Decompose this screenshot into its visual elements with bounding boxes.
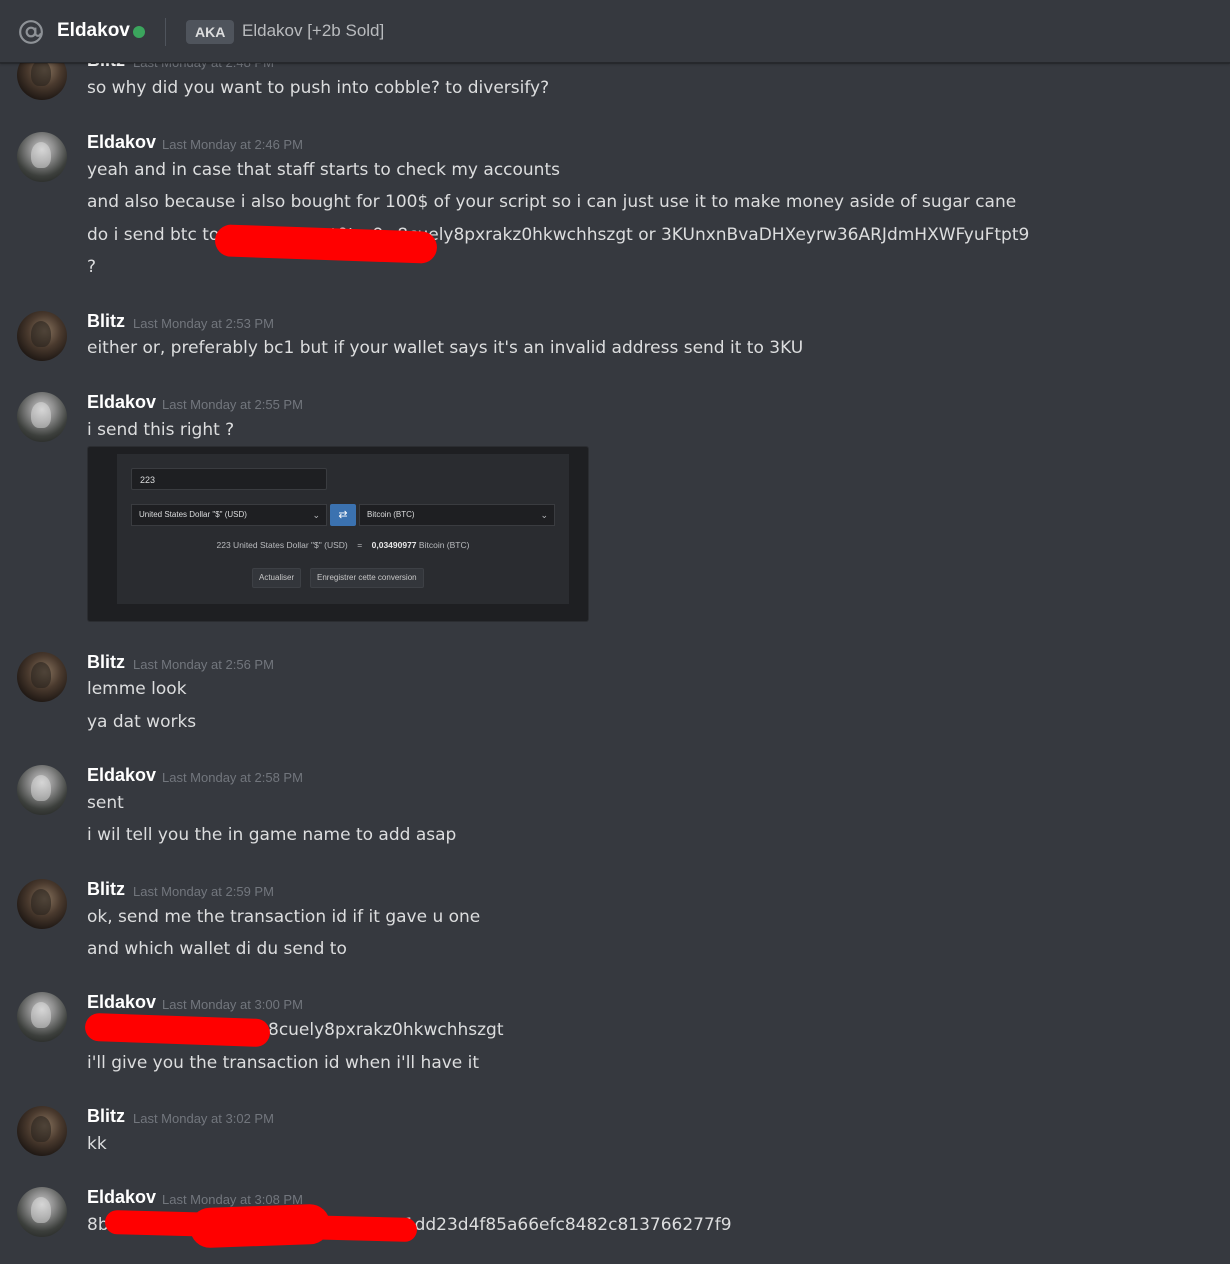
message-timestamp: Last Monday at 3:02 PM bbox=[133, 1111, 274, 1126]
chevron-down-icon: ⌄ bbox=[540, 510, 548, 520]
message-timestamp: Last Monday at 2:46 PM bbox=[162, 137, 303, 152]
avatar[interactable] bbox=[17, 1106, 67, 1156]
message-timestamp: Last Monday at 2:55 PM bbox=[162, 397, 303, 412]
message-text: and which wallet di du send to bbox=[87, 939, 347, 959]
at-sign-icon bbox=[19, 20, 43, 44]
online-status-icon bbox=[133, 26, 145, 38]
message-author[interactable]: Eldakov bbox=[87, 1187, 156, 1208]
to-currency-select: Bitcoin (BTC) ⌄ bbox=[359, 504, 555, 526]
message-text: ya dat works bbox=[87, 712, 197, 732]
avatar[interactable] bbox=[17, 765, 67, 815]
avatar[interactable] bbox=[17, 311, 67, 361]
conversion-result: 223 United States Dollar "$" (USD) = 0,0… bbox=[117, 540, 569, 550]
message-text: either or, preferably bc1 but if your wa… bbox=[87, 338, 804, 358]
result-value: 0,03490977 bbox=[371, 540, 417, 550]
swap-arrows-icon: ⇄ bbox=[330, 504, 356, 526]
message-timestamp: Last Monday at 2:58 PM bbox=[162, 770, 303, 785]
avatar[interactable] bbox=[17, 132, 67, 182]
message-author[interactable]: Blitz bbox=[87, 311, 125, 332]
from-currency-label: United States Dollar "$" (USD) bbox=[139, 510, 247, 519]
save-conversion-button: Enregistrer cette conversion bbox=[310, 568, 424, 588]
message-timestamp: Last Monday at 2:53 PM bbox=[133, 316, 274, 331]
message-text: yeah and in case that staff starts to ch… bbox=[87, 160, 560, 180]
message-text: 8cuely8pxrakz0hkwchhszgt bbox=[268, 1020, 504, 1040]
message-author[interactable]: Eldakov bbox=[87, 392, 156, 413]
message-author[interactable]: Blitz bbox=[87, 652, 125, 673]
message-timestamp: Last Monday at 3:00 PM bbox=[162, 997, 303, 1012]
redaction-mark bbox=[214, 224, 438, 264]
redaction-mark bbox=[189, 1203, 331, 1249]
header-divider bbox=[165, 18, 166, 46]
avatar[interactable] bbox=[17, 879, 67, 929]
currency-converter: 223 United States Dollar "$" (USD) ⌄ ⇄ B… bbox=[117, 454, 569, 604]
message-author[interactable]: Eldakov bbox=[87, 992, 156, 1013]
image-attachment[interactable]: 223 United States Dollar "$" (USD) ⌄ ⇄ B… bbox=[87, 446, 589, 622]
user-alias: Eldakov [+2b Sold] bbox=[242, 21, 385, 40]
result-equals: = bbox=[357, 540, 363, 550]
message-timestamp: Last Monday at 2:56 PM bbox=[133, 657, 274, 672]
message-author[interactable]: Eldakov bbox=[87, 765, 156, 786]
message-text: so why did you want to push into cobble?… bbox=[87, 78, 550, 98]
result-source: 223 United States Dollar "$" (USD) bbox=[216, 540, 348, 550]
message-text: i wil tell you the in game name to add a… bbox=[87, 825, 457, 845]
dm-username[interactable]: Eldakov bbox=[57, 20, 130, 42]
message-list: Blitz Last Monday at 2:48 PM so why did … bbox=[0, 0, 1230, 1264]
message-text: sent bbox=[87, 793, 124, 813]
to-currency-label: Bitcoin (BTC) bbox=[367, 510, 415, 519]
avatar[interactable] bbox=[17, 1187, 67, 1237]
message-text: ? bbox=[87, 257, 97, 277]
avatar[interactable] bbox=[17, 992, 67, 1042]
from-currency-select: United States Dollar "$" (USD) ⌄ bbox=[131, 504, 327, 526]
redaction-mark bbox=[84, 1012, 271, 1048]
message-text: i'll give you the transaction id when i'… bbox=[87, 1053, 480, 1073]
message-author[interactable]: Blitz bbox=[87, 879, 125, 900]
avatar[interactable] bbox=[17, 652, 67, 702]
refresh-button: Actualiser bbox=[252, 568, 302, 588]
amount-field: 223 bbox=[131, 468, 327, 490]
message-text: ok, send me the transaction id if it gav… bbox=[87, 907, 481, 927]
channel-header: Eldakov AKA Eldakov [+2b Sold] bbox=[0, 0, 1230, 63]
chevron-down-icon: ⌄ bbox=[312, 510, 320, 520]
message-timestamp: Last Monday at 2:59 PM bbox=[133, 884, 274, 899]
result-unit: Bitcoin (BTC) bbox=[418, 540, 470, 550]
message-author[interactable]: Blitz bbox=[87, 1106, 125, 1127]
message-text: kk bbox=[87, 1134, 107, 1154]
message-text: i send this right ? bbox=[87, 420, 235, 440]
message-text: lemme look bbox=[87, 679, 187, 699]
avatar[interactable] bbox=[17, 392, 67, 442]
message-author[interactable]: Eldakov bbox=[87, 132, 156, 153]
message-text: and also because i also bought for 100$ … bbox=[87, 192, 1017, 212]
aka-badge: AKA bbox=[186, 20, 235, 44]
